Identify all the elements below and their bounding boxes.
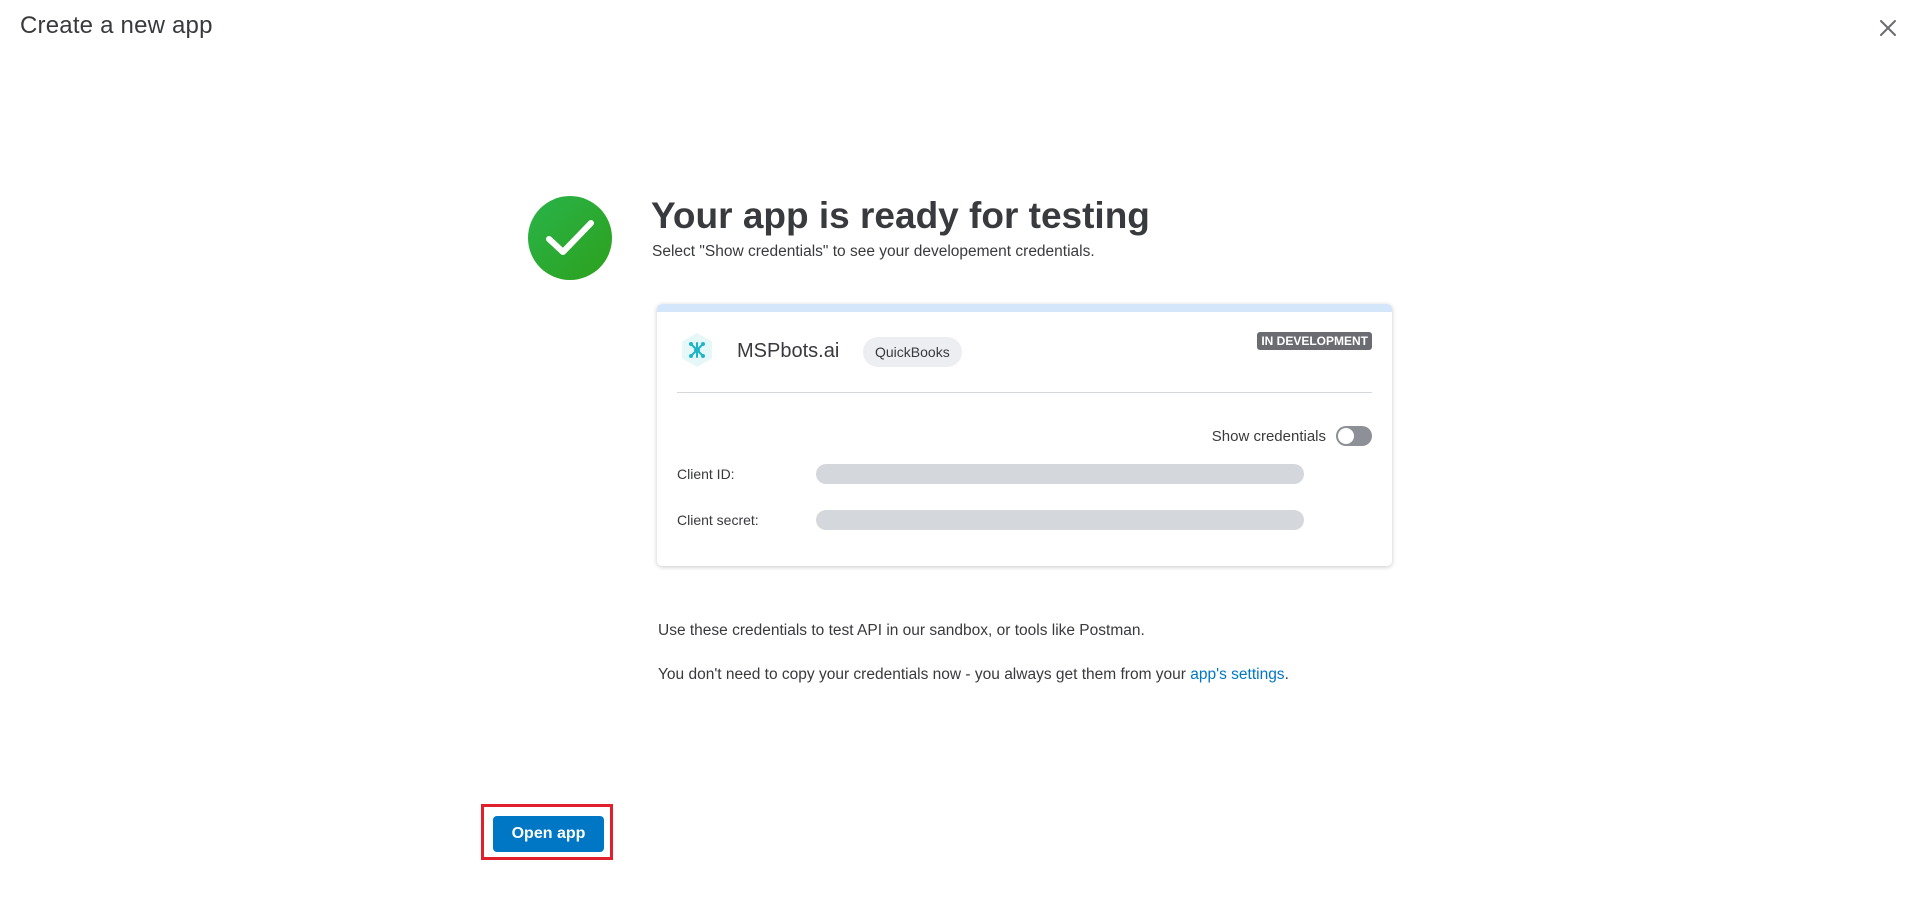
page-title: Your app is ready for testing — [651, 195, 1150, 236]
info-text-settings: You don't need to copy your credentials … — [658, 666, 1289, 684]
app-tag: QuickBooks — [863, 337, 962, 367]
dialog-title: Create a new app — [20, 12, 213, 39]
info-text-sandbox: Use these credentials to test API in our… — [658, 622, 1145, 639]
card-divider — [677, 392, 1372, 393]
card-accent-bar — [657, 304, 1392, 312]
app-card: MSPbots.ai QuickBooks IN DEVELOPMENT Sho… — [657, 304, 1392, 566]
check-circle-icon — [528, 196, 612, 280]
client-secret-row: Client secret: — [677, 510, 1372, 530]
info-text-suffix: . — [1284, 666, 1289, 683]
app-settings-link[interactable]: app's settings — [1190, 666, 1284, 683]
show-credentials-control: Show credentials — [1212, 426, 1372, 446]
page-subtitle: Select "Show credentials" to see your de… — [652, 243, 1095, 260]
app-logo-icon — [678, 331, 716, 369]
client-id-row: Client ID: — [677, 464, 1372, 484]
toggle-knob — [1338, 428, 1354, 444]
create-app-dialog: Create a new app Your app is ready for t… — [0, 0, 1920, 919]
open-app-button[interactable]: Open app — [493, 816, 604, 852]
app-name: MSPbots.ai — [737, 340, 840, 362]
client-id-value-masked — [816, 464, 1304, 484]
close-icon — [1880, 20, 1896, 36]
client-secret-label: Client secret: — [677, 512, 759, 528]
info-text-prefix: You don't need to copy your credentials … — [658, 666, 1191, 683]
client-id-label: Client ID: — [677, 466, 735, 482]
status-badge: IN DEVELOPMENT — [1257, 332, 1372, 350]
show-credentials-label: Show credentials — [1211, 427, 1326, 445]
client-secret-value-masked — [816, 510, 1304, 530]
show-credentials-toggle[interactable] — [1336, 426, 1372, 446]
close-button[interactable] — [1874, 14, 1902, 42]
